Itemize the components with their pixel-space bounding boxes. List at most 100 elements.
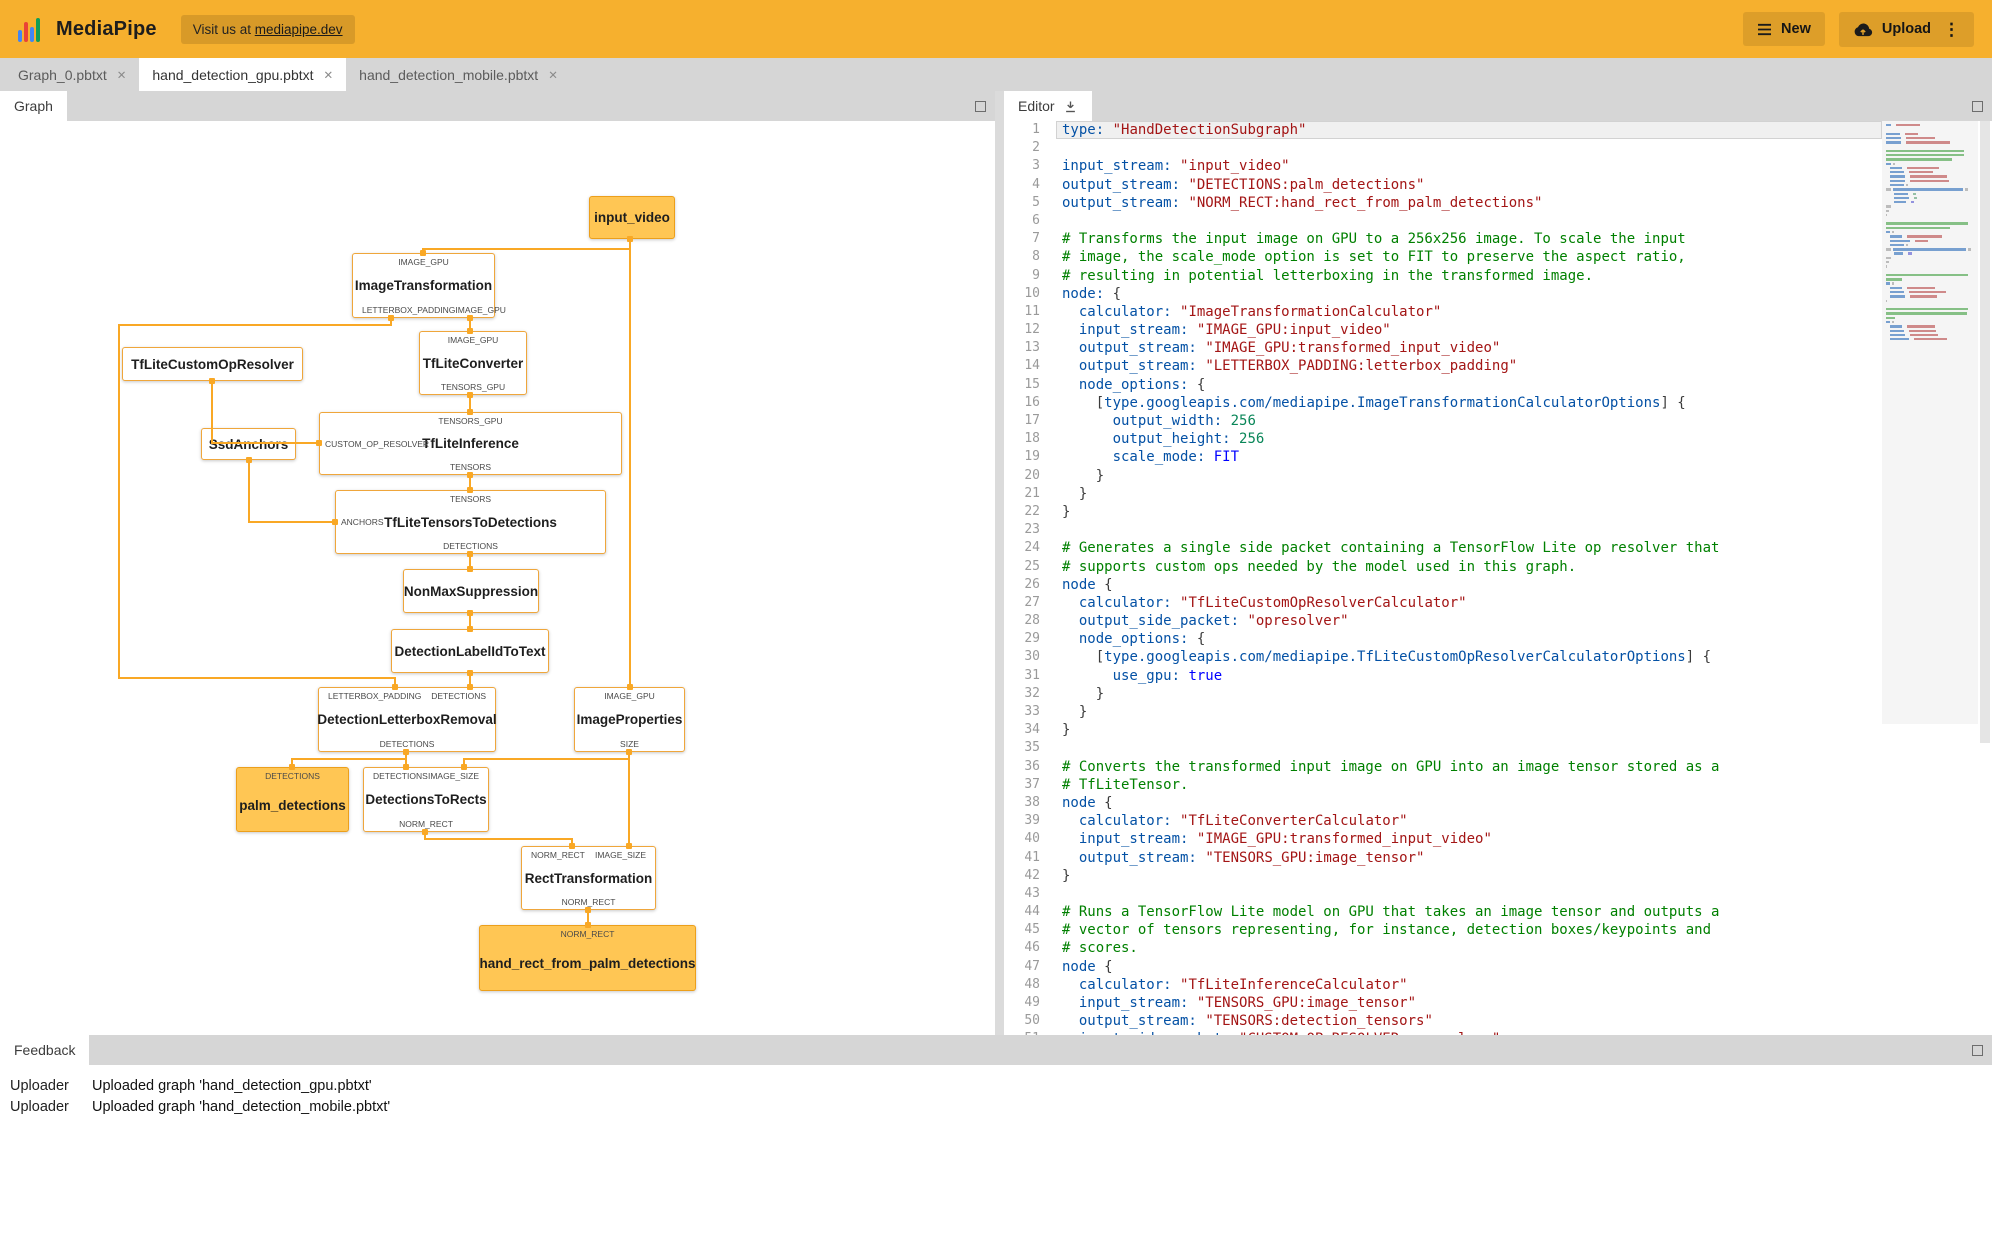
editor-scrollbar[interactable]	[1978, 121, 1992, 1035]
close-icon[interactable]: ✕	[324, 68, 334, 82]
maximize-icon[interactable]	[1972, 100, 1983, 112]
graph-node-detection-label-id-to-text[interactable]: DetectionLabelIdToText	[391, 629, 549, 673]
code-line[interactable]: 5 output_stream: "NORM_RECT:hand_rect_fro…	[1004, 194, 1882, 212]
code-line[interactable]: 49 input_stream: "TENSORS_GPU:image_tens…	[1004, 994, 1882, 1012]
close-icon[interactable]: ✕	[117, 68, 127, 82]
code-line[interactable]: 31 use_gpu: true	[1004, 667, 1882, 685]
file-tab-hand-detection-gpu[interactable]: hand_detection_gpu.pbtxt ✕	[139, 58, 347, 91]
upload-cloud-icon	[1853, 22, 1873, 37]
graph-node-palm-detections[interactable]: DETECTIONS palm_detections	[236, 767, 349, 832]
graph-node-rect-transformation[interactable]: NORM_RECT IMAGE_SIZE RectTransformation …	[521, 846, 656, 910]
code-line[interactable]: 17 output_width: 256	[1004, 412, 1882, 430]
code-line[interactable]: 16 [type.googleapis.com/mediapipe.ImageT…	[1004, 394, 1882, 412]
code-line[interactable]: 24 # Generates a single side packet conta…	[1004, 539, 1882, 557]
code-line[interactable]: 29 node_options: {	[1004, 630, 1882, 648]
file-tab-graph-0[interactable]: Graph_0.pbtxt ✕	[5, 58, 139, 91]
graph-panel: Graph input_video IMAGE_GPU ImageTransfo…	[0, 91, 995, 1035]
close-icon[interactable]: ✕	[548, 68, 558, 82]
code-line[interactable]: 41 output_stream: "TENSORS_GPU:image_ten…	[1004, 849, 1882, 867]
code-line[interactable]: 46 # scores.	[1004, 939, 1882, 957]
code-line[interactable]: 36 # Converts the transformed input image…	[1004, 758, 1882, 776]
graph-tab[interactable]: Graph	[0, 91, 67, 121]
mediapipe-dev-link[interactable]: mediapipe.dev	[255, 22, 343, 37]
download-icon[interactable]	[1063, 99, 1078, 114]
code-line[interactable]: 47 node {	[1004, 958, 1882, 976]
code-line[interactable]: 38 node {	[1004, 794, 1882, 812]
graph-node-image-properties[interactable]: IMAGE_GPU ImageProperties SIZE	[574, 687, 685, 752]
code-line[interactable]: 1 type: "HandDetectionSubgraph"	[1004, 121, 1882, 140]
code-line[interactable]: 12 input_stream: "IMAGE_GPU:input_video"	[1004, 321, 1882, 339]
graph-node-input-video[interactable]: input_video	[589, 196, 675, 239]
code-line[interactable]: 18 output_height: 256	[1004, 430, 1882, 448]
code-line[interactable]: 3 input_stream: "input_video"	[1004, 157, 1882, 175]
graph-node-tflite-inference[interactable]: TENSORS_GPU CUSTOM_OP_RESOLVER TfLiteInf…	[319, 412, 622, 475]
code-line[interactable]: 22}	[1004, 503, 1882, 521]
graph-node-ssd-anchors[interactable]: SsdAnchors	[201, 428, 296, 460]
editor-tab[interactable]: Editor	[1004, 91, 1092, 121]
scrollbar-thumb[interactable]	[1980, 121, 1990, 743]
line-number: 21	[1024, 485, 1040, 501]
line-number: 13	[1024, 340, 1040, 356]
port-label: IMAGE_GPU	[447, 334, 499, 345]
code-line[interactable]: 20 }	[1004, 467, 1882, 485]
code-line[interactable]: 42}	[1004, 867, 1882, 885]
kebab-menu-icon[interactable]: ⋮	[1943, 21, 1960, 38]
code-line[interactable]: 15 node_options: {	[1004, 376, 1882, 394]
code-line[interactable]: 19 scale_mode: FIT	[1004, 448, 1882, 466]
graph-node-non-max-suppression[interactable]: NonMaxSuppression	[403, 569, 539, 613]
maximize-icon[interactable]	[1972, 1044, 1983, 1056]
code-line[interactable]: 21 }	[1004, 485, 1882, 503]
code-rows[interactable]: 1 type: "HandDetectionSubgraph" 2 3 input_st…	[1004, 121, 1882, 1035]
code-line[interactable]: 23	[1004, 521, 1882, 539]
file-tab-label: hand_detection_mobile.pbtxt	[359, 66, 539, 83]
code-line[interactable]: 26 node {	[1004, 576, 1882, 594]
code-line[interactable]: 14 output_stream: "LETTERBOX_PADDING:let…	[1004, 357, 1882, 375]
code-line[interactable]: 45 # vector of tensors representing, for …	[1004, 921, 1882, 939]
graph-node-hand-rect-from-palm-detections[interactable]: NORM_RECT hand_rect_from_palm_detections	[479, 925, 696, 991]
graph-canvas[interactable]: input_video IMAGE_GPU ImageTransformatio…	[0, 121, 995, 1035]
code-line[interactable]: 2	[1004, 139, 1882, 157]
code-line[interactable]: 28 output_side_packet: "opresolver"	[1004, 612, 1882, 630]
minimap[interactable]	[1882, 121, 1978, 1035]
code-line[interactable]: 44 # Runs a TensorFlow Lite model on GPU …	[1004, 903, 1882, 921]
node-label: RectTransformation	[524, 870, 653, 886]
graph-node-tflite-custom-op-resolver[interactable]: TfLiteCustomOpResolver	[122, 347, 303, 381]
graph-node-detections-to-rects[interactable]: DETECTIONS IMAGE_SIZE DetectionsToRects …	[363, 767, 489, 832]
code-line[interactable]: 8 # image, the scale_mode option is set t…	[1004, 248, 1882, 266]
code-line[interactable]: 10 node: {	[1004, 285, 1882, 303]
code-line[interactable]: 30 [type.googleapis.com/mediapipe.TfLite…	[1004, 648, 1882, 666]
new-button[interactable]: New	[1743, 12, 1825, 46]
code-line[interactable]: 35	[1004, 739, 1882, 757]
code-line[interactable]: 13 output_stream: "IMAGE_GPU:transformed…	[1004, 339, 1882, 357]
file-tab-hand-detection-mobile[interactable]: hand_detection_mobile.pbtxt ✕	[346, 58, 571, 91]
code-line[interactable]: 50 output_stream: "TENSORS:detection_ten…	[1004, 1012, 1882, 1030]
graph-node-image-transformation[interactable]: IMAGE_GPU ImageTransformation LETTERBOX_…	[352, 253, 506, 318]
line-number: 47	[1024, 958, 1040, 974]
code-editor[interactable]: 1 type: "HandDetectionSubgraph" 2 3 input_st…	[1004, 121, 1992, 1035]
code-line[interactable]: 48 calculator: "TfLiteInferenceCalculato…	[1004, 976, 1882, 994]
code-line[interactable]: 7 # Transforms the input image on GPU to …	[1004, 230, 1882, 248]
code-line[interactable]: 11 calculator: "ImageTransformationCalcu…	[1004, 303, 1882, 321]
code-line[interactable]: 32 }	[1004, 685, 1882, 703]
code-line[interactable]: 39 calculator: "TfLiteConverterCalculato…	[1004, 812, 1882, 830]
code-line[interactable]: 9 # resulting in potential letterboxing i…	[1004, 267, 1882, 285]
graph-node-tflite-tensors-to-detections[interactable]: TENSORS ANCHORS TfLiteTensorsToDetection…	[335, 490, 606, 554]
code-line[interactable]: 4 output_stream: "DETECTIONS:palm_detecti…	[1004, 176, 1882, 194]
feedback-tab[interactable]: Feedback	[0, 1035, 90, 1065]
graph-node-detection-letterbox-removal[interactable]: LETTERBOX_PADDING DETECTIONS DetectionLe…	[317, 687, 497, 752]
feedback-message: Uploaded graph 'hand_detection_mobile.pb…	[92, 1099, 391, 1115]
graph-node-tflite-converter[interactable]: IMAGE_GPU TfLiteConverter TENSORS_GPU	[419, 331, 527, 395]
upload-button[interactable]: Upload ⋮	[1838, 11, 1974, 47]
code-line[interactable]: 6	[1004, 212, 1882, 230]
code-line[interactable]: 34}	[1004, 721, 1882, 739]
code-line[interactable]: 33 }	[1004, 703, 1882, 721]
code-line[interactable]: 51 input_side_packet: "CUSTOM_OP_RESOLVE…	[1004, 1030, 1882, 1035]
code-line[interactable]: 40 input_stream: "IMAGE_GPU:transformed_…	[1004, 830, 1882, 848]
line-number: 8	[1032, 249, 1040, 265]
line-number: 12	[1024, 322, 1040, 338]
code-line[interactable]: 43	[1004, 885, 1882, 903]
code-line[interactable]: 25 # supports custom ops needed by the mo…	[1004, 558, 1882, 576]
code-line[interactable]: 27 calculator: "TfLiteCustomOpResolverCa…	[1004, 594, 1882, 612]
code-line[interactable]: 37 # TfLiteTensor.	[1004, 776, 1882, 794]
maximize-icon[interactable]	[975, 100, 986, 112]
